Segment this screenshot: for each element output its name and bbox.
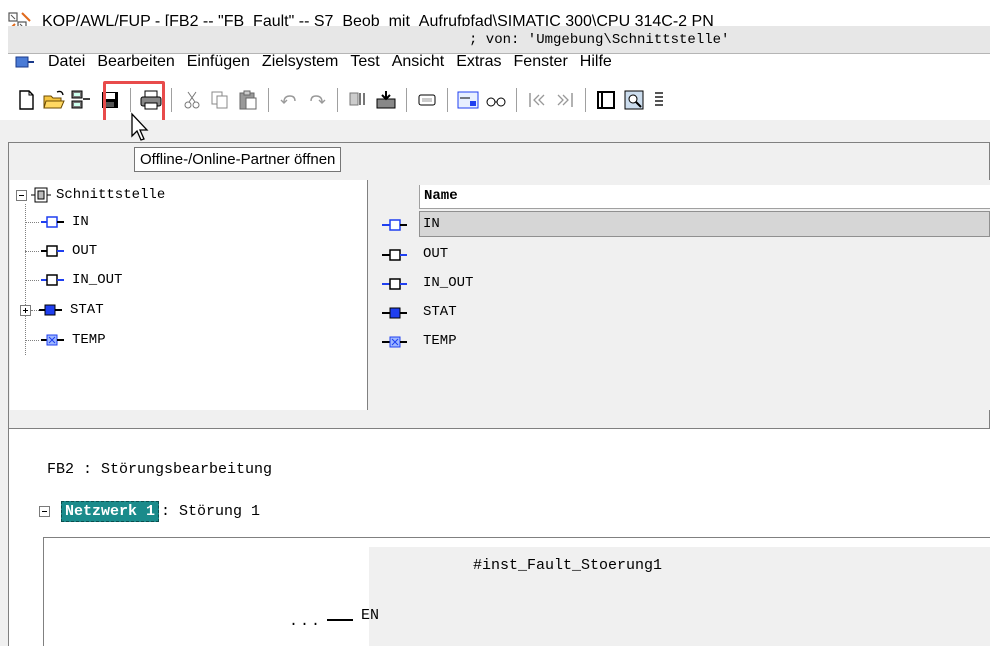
redo-icon[interactable] bbox=[303, 86, 331, 114]
column-header-name[interactable]: Name bbox=[419, 185, 990, 209]
network-label[interactable]: Netzwerk 1 bbox=[61, 501, 160, 522]
module-status-icon[interactable] bbox=[413, 86, 441, 114]
paste-icon[interactable] bbox=[234, 86, 262, 114]
tree-item-in[interactable]: IN bbox=[40, 210, 89, 234]
toolbar-tooltip: Offline-/Online-Partner öffnen bbox=[134, 147, 342, 172]
copy-icon[interactable] bbox=[206, 86, 234, 114]
network-title: : Störung 1 bbox=[161, 503, 261, 520]
interface-block-icon bbox=[31, 187, 51, 203]
network-header[interactable]: Netzwerk 1 : Störung 1 bbox=[39, 501, 260, 522]
undo-icon[interactable] bbox=[275, 86, 303, 114]
menu-extras[interactable]: Extras bbox=[450, 53, 507, 71]
menu-test[interactable]: Test bbox=[344, 53, 385, 71]
new-document-icon[interactable] bbox=[12, 86, 40, 114]
network-icon[interactable] bbox=[454, 86, 482, 114]
menu-ansicht[interactable]: Ansicht bbox=[386, 53, 450, 71]
toolbar-separator bbox=[406, 88, 407, 112]
online-partner-icon[interactable] bbox=[68, 86, 96, 114]
grid-cell-name: OUT bbox=[423, 246, 449, 262]
tree-label: OUT bbox=[72, 243, 98, 259]
input-param-icon bbox=[382, 219, 407, 231]
mouse-cursor-icon bbox=[130, 112, 152, 142]
print-icon[interactable] bbox=[137, 86, 165, 114]
temp-param-icon bbox=[41, 334, 64, 346]
accessible-nodes-icon[interactable] bbox=[344, 86, 372, 114]
next-icon[interactable] bbox=[551, 86, 579, 114]
code-editor[interactable]: FB2 : Störungsbearbeitung Netzwerk 1 : S… bbox=[8, 428, 990, 646]
toolbar-separator bbox=[516, 88, 517, 112]
overview-icon[interactable] bbox=[592, 86, 620, 114]
inout-param-icon bbox=[382, 278, 407, 290]
output-param-icon bbox=[382, 249, 407, 261]
interface-pane-header: ; von: 'Umgebung\Schnittstelle' bbox=[8, 26, 990, 54]
toolbar-separator bbox=[130, 88, 131, 112]
download-icon[interactable] bbox=[372, 86, 400, 114]
en-pin-label: EN bbox=[361, 607, 380, 624]
toolbar-separator bbox=[585, 88, 586, 112]
tree-connector bbox=[25, 222, 39, 223]
tree-label: IN_OUT bbox=[72, 272, 123, 288]
toolbar-separator bbox=[171, 88, 172, 112]
grid-row-stat[interactable]: STAT bbox=[375, 298, 990, 326]
en-connection-line bbox=[327, 619, 353, 621]
open-folder-icon[interactable] bbox=[40, 86, 68, 114]
glasses-icon[interactable] bbox=[482, 86, 510, 114]
collapse-icon[interactable] bbox=[39, 506, 50, 517]
tree-label: STAT bbox=[70, 302, 104, 318]
menu-einfuegen[interactable]: Einfügen bbox=[181, 53, 256, 71]
grid-row-temp[interactable]: TEMP bbox=[375, 327, 990, 355]
grid-cell-name: IN bbox=[423, 216, 440, 232]
tree-item-schnittstelle[interactable]: Schnittstelle bbox=[16, 183, 165, 207]
menu-bearbeiten[interactable]: Bearbeiten bbox=[91, 53, 180, 71]
details-icon[interactable] bbox=[648, 86, 676, 114]
fb-call-box[interactable] bbox=[369, 547, 990, 646]
tree-label: IN bbox=[72, 214, 89, 230]
document-window-icon[interactable] bbox=[14, 52, 42, 72]
expand-icon[interactable] bbox=[20, 304, 31, 316]
grid-row-in-out[interactable]: IN_OUT bbox=[375, 269, 990, 297]
toolbar-separator bbox=[337, 88, 338, 112]
block-title: FB2 : Störungsbearbeitung bbox=[47, 461, 273, 478]
toolbar-separator bbox=[447, 88, 448, 112]
tree-connector bbox=[25, 340, 39, 341]
static-param-icon bbox=[382, 307, 407, 319]
menu-datei[interactable]: Datei bbox=[42, 53, 91, 71]
fb-instance-name[interactable]: #inst_Fault_Stoerung1 bbox=[473, 557, 662, 574]
toolbar-separator bbox=[268, 88, 269, 112]
collapse-icon[interactable] bbox=[16, 189, 27, 201]
grid-row-out[interactable]: OUT bbox=[375, 240, 990, 268]
interface-grid: Name IN OUT IN_OUT STAT TEMP bbox=[375, 180, 990, 410]
tree-item-temp[interactable]: TEMP bbox=[40, 328, 106, 352]
pane-header-text: ; von: 'Umgebung\Schnittstelle' bbox=[469, 32, 730, 48]
grid-row-in[interactable]: IN bbox=[375, 210, 990, 238]
tree-item-stat[interactable]: STAT bbox=[20, 298, 104, 322]
tree-connector bbox=[25, 280, 39, 281]
tree-item-out[interactable]: OUT bbox=[40, 239, 97, 263]
temp-param-icon bbox=[382, 336, 407, 348]
output-param-icon bbox=[41, 245, 64, 257]
grid-cell-name: TEMP bbox=[423, 333, 457, 349]
selection-highlight bbox=[419, 211, 990, 237]
tree-label: Schnittstelle bbox=[56, 187, 166, 203]
menu-zielsystem[interactable]: Zielsystem bbox=[256, 53, 344, 71]
save-icon[interactable] bbox=[96, 86, 124, 114]
previous-icon[interactable] bbox=[523, 86, 551, 114]
interface-tree[interactable]: Schnittstelle IN OUT IN_OUT STAT TEMP bbox=[10, 180, 368, 410]
menu-hilfe[interactable]: Hilfe bbox=[574, 53, 618, 71]
static-param-icon bbox=[39, 304, 62, 316]
tree-connector bbox=[25, 251, 39, 252]
cut-icon[interactable] bbox=[178, 86, 206, 114]
input-param-icon bbox=[41, 216, 64, 228]
tree-label: TEMP bbox=[72, 332, 106, 348]
grid-cell-name: IN_OUT bbox=[423, 275, 474, 291]
en-input-placeholder[interactable]: ... bbox=[289, 613, 322, 630]
inout-param-icon bbox=[41, 274, 64, 286]
grid-cell-name: STAT bbox=[423, 304, 457, 320]
tree-item-in-out[interactable]: IN_OUT bbox=[40, 268, 122, 292]
zoom-icon[interactable] bbox=[620, 86, 648, 114]
menu-fenster[interactable]: Fenster bbox=[508, 53, 574, 71]
